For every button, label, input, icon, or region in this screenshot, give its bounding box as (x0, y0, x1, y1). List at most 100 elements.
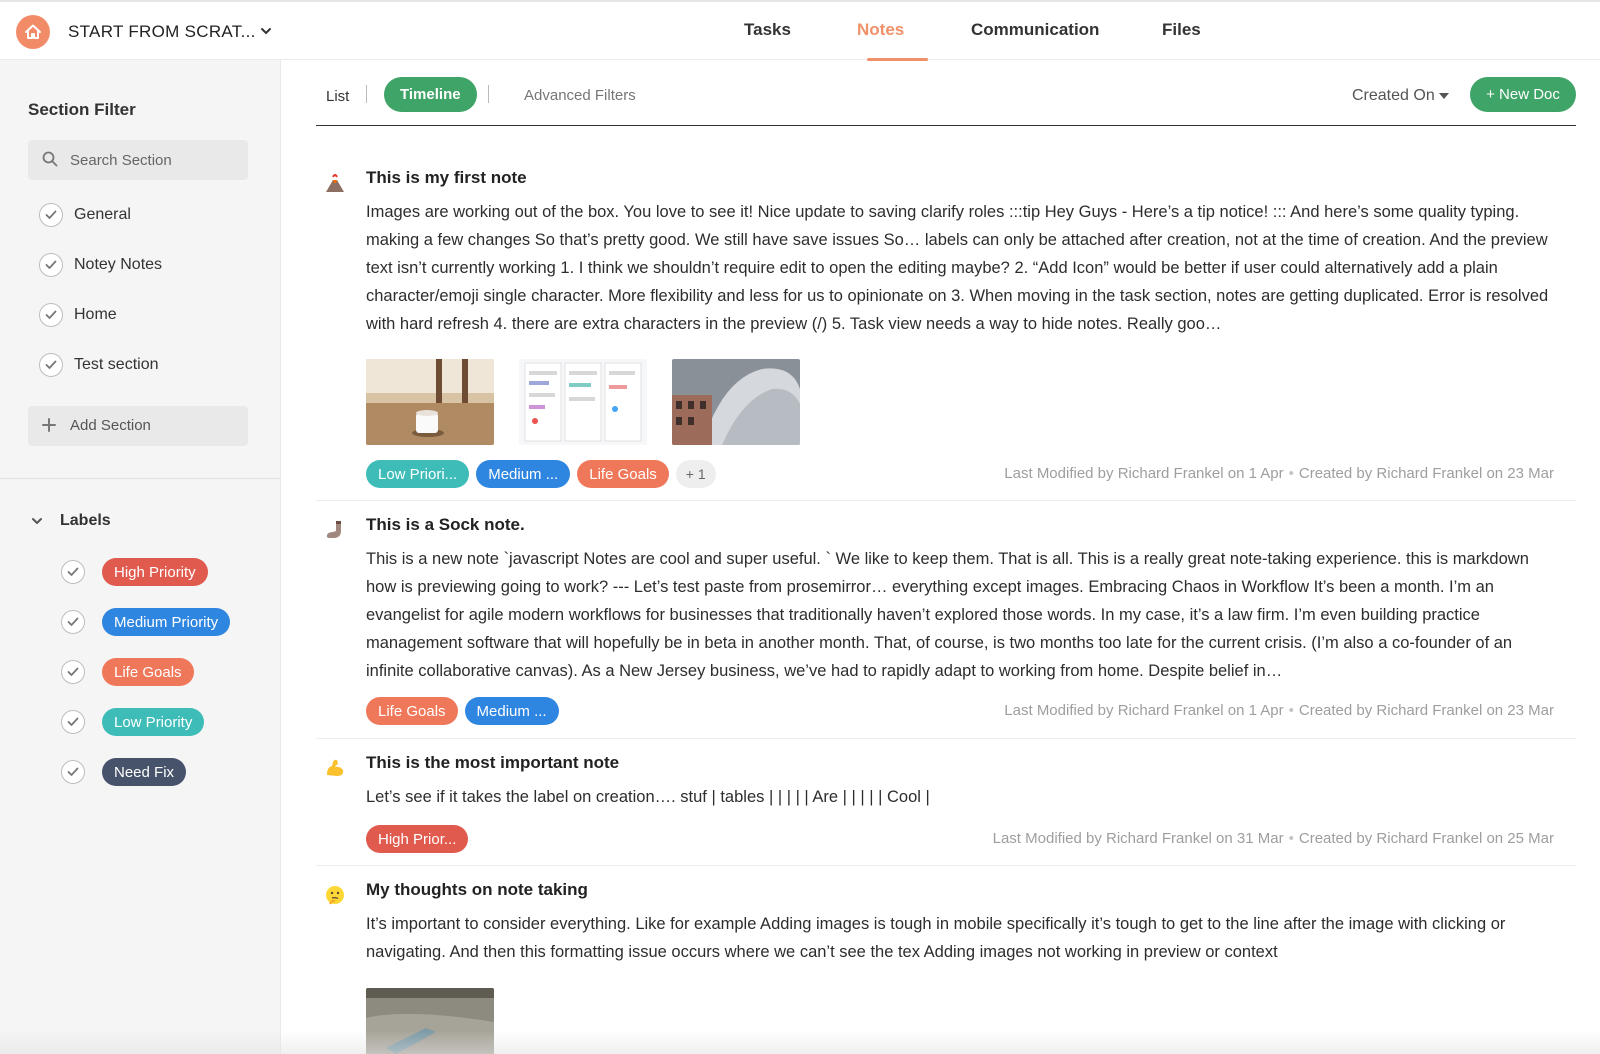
tab-notes[interactable]: Notes (857, 20, 904, 40)
section-checkbox[interactable] (39, 303, 63, 327)
label-pill[interactable]: Medium ... (476, 460, 571, 488)
last-modified-text: Last Modified by Richard Frankel on 31 M… (992, 830, 1284, 847)
section-item-home[interactable]: Home (39, 301, 117, 329)
check-icon (45, 210, 57, 219)
label-checkbox[interactable] (61, 760, 85, 784)
label-checkbox[interactable] (61, 610, 85, 634)
label-item-high-priority[interactable]: High Priority (61, 558, 208, 586)
separator-dot: • (1288, 702, 1294, 719)
notes-toolbar: List Timeline Advanced Filters Created O… (316, 76, 1576, 126)
caret-down-icon (1438, 93, 1449, 99)
label-pill[interactable]: High Prior... (366, 825, 469, 853)
note-title[interactable]: This is the most important note (366, 753, 619, 773)
add-section-button[interactable]: Add Section (28, 406, 248, 446)
separator-dot: • (1288, 830, 1294, 847)
bottom-fade (0, 1030, 1600, 1054)
sock-icon (326, 521, 341, 538)
created-text: Created by Richard Frankel on 23 Mar (1298, 702, 1554, 719)
check-icon (67, 767, 79, 776)
label-pill: Medium Priority (102, 608, 231, 636)
chevron-down-icon[interactable] (259, 24, 273, 38)
note-preview: It’s important to consider everything. L… (366, 915, 1506, 961)
labels-header[interactable]: Labels (30, 512, 111, 530)
note-item[interactable]: This is the most important note Let’s se… (316, 753, 1576, 866)
note-title[interactable]: My thoughts on note taking (366, 880, 588, 900)
section-label: Notey Notes (74, 256, 163, 273)
note-item[interactable]: My thoughts on note taking It’s importan… (316, 880, 1576, 1054)
toolbar-divider (366, 85, 367, 103)
view-list-button[interactable]: List (326, 88, 349, 105)
section-item-test-section[interactable]: Test section (39, 351, 158, 379)
label-pill[interactable]: Life Goals (577, 460, 669, 488)
created-text: Created by Richard Frankel on 25 Mar (1298, 830, 1554, 847)
label-pill: Life Goals (102, 658, 194, 686)
project-title[interactable]: START FROM SCRAT... (68, 22, 256, 42)
label-pill[interactable]: Low Priori... (366, 460, 470, 488)
top-bar: START FROM SCRAT... Tasks Notes Communic… (0, 0, 1600, 61)
note-labels: Life Goals Medium ... (366, 697, 559, 725)
label-checkbox[interactable] (61, 660, 85, 684)
section-item-notey-notes[interactable]: Notey Notes (39, 251, 162, 279)
new-doc-button[interactable]: + New Doc (1470, 77, 1576, 112)
tab-communication[interactable]: Communication (971, 20, 1099, 40)
section-item-general[interactable]: General (39, 201, 131, 229)
label-pill: High Priority (102, 558, 208, 586)
label-pill: Low Priority (102, 708, 205, 736)
note-preview: This is a new note `javascript Notes are… (366, 550, 1529, 680)
section-checkbox[interactable] (39, 253, 63, 277)
label-item-need-fix[interactable]: Need Fix (61, 758, 187, 786)
label-item-low-priority[interactable]: Low Priority (61, 708, 205, 736)
note-title[interactable]: This is a Sock note. (366, 515, 525, 535)
label-checkbox[interactable] (61, 710, 85, 734)
check-icon (67, 567, 79, 576)
chevron-down-icon[interactable] (30, 514, 44, 528)
tab-files[interactable]: Files (1162, 20, 1201, 40)
check-icon (45, 360, 57, 369)
labels-title: Labels (60, 512, 111, 529)
section-search[interactable] (28, 140, 248, 180)
section-label: General (74, 206, 131, 223)
tab-tasks[interactable]: Tasks (744, 20, 791, 40)
volcano-icon (326, 174, 344, 192)
last-modified-text: Last Modified by Richard Frankel on 1 Ap… (1004, 702, 1284, 719)
last-modified-text: Last Modified by Richard Frankel on 1 Ap… (1004, 465, 1284, 482)
note-title[interactable]: This is my first note (366, 168, 527, 188)
label-pill[interactable]: Medium ... (464, 697, 559, 725)
note-meta: Last Modified by Richard Frankel on 31 M… (993, 830, 1554, 847)
view-timeline-button[interactable]: Timeline (384, 77, 477, 112)
label-pill[interactable]: Life Goals (366, 697, 458, 725)
check-icon (45, 260, 57, 269)
section-checkbox[interactable] (39, 353, 63, 377)
note-item[interactable]: This is a Sock note. This is a new note … (316, 515, 1576, 739)
thinking-face-icon (326, 886, 344, 905)
add-section-label: Add Section (70, 417, 151, 434)
more-labels-badge[interactable]: + 1 (675, 460, 716, 488)
label-pill: Need Fix (102, 758, 187, 786)
check-icon (67, 667, 79, 676)
note-labels: Low Priori... Medium ... Life Goals + 1 (366, 460, 716, 488)
note-preview: Images are working out of the box. You l… (366, 203, 1549, 333)
section-label: Home (74, 306, 117, 323)
wave-building-image[interactable] (672, 359, 800, 445)
home-button[interactable] (16, 15, 50, 49)
section-checkbox[interactable] (39, 203, 63, 227)
sidebar-divider (0, 478, 281, 479)
note-item[interactable]: This is my first note Images are working… (316, 168, 1576, 501)
search-section-input[interactable] (70, 140, 240, 180)
sort-dropdown[interactable]: Created On (1352, 87, 1449, 105)
label-item-life-goals[interactable]: Life Goals (61, 658, 194, 686)
advanced-filters-link[interactable]: Advanced Filters (524, 87, 636, 104)
separator-dot: • (1288, 465, 1294, 482)
active-tab-indicator (867, 58, 928, 61)
task-board-image[interactable] (519, 359, 647, 445)
note-labels: High Prior... (366, 825, 469, 853)
note-images (366, 359, 800, 445)
sort-label: Created On (1352, 87, 1435, 104)
label-checkbox[interactable] (61, 560, 85, 584)
coffee-cup-image[interactable] (366, 359, 494, 445)
note-meta: Last Modified by Richard Frankel on 1 Ap… (1004, 465, 1554, 482)
label-item-medium-priority[interactable]: Medium Priority (61, 608, 231, 636)
home-icon (25, 24, 41, 39)
check-icon (67, 617, 79, 626)
section-label: Test section (74, 356, 159, 373)
